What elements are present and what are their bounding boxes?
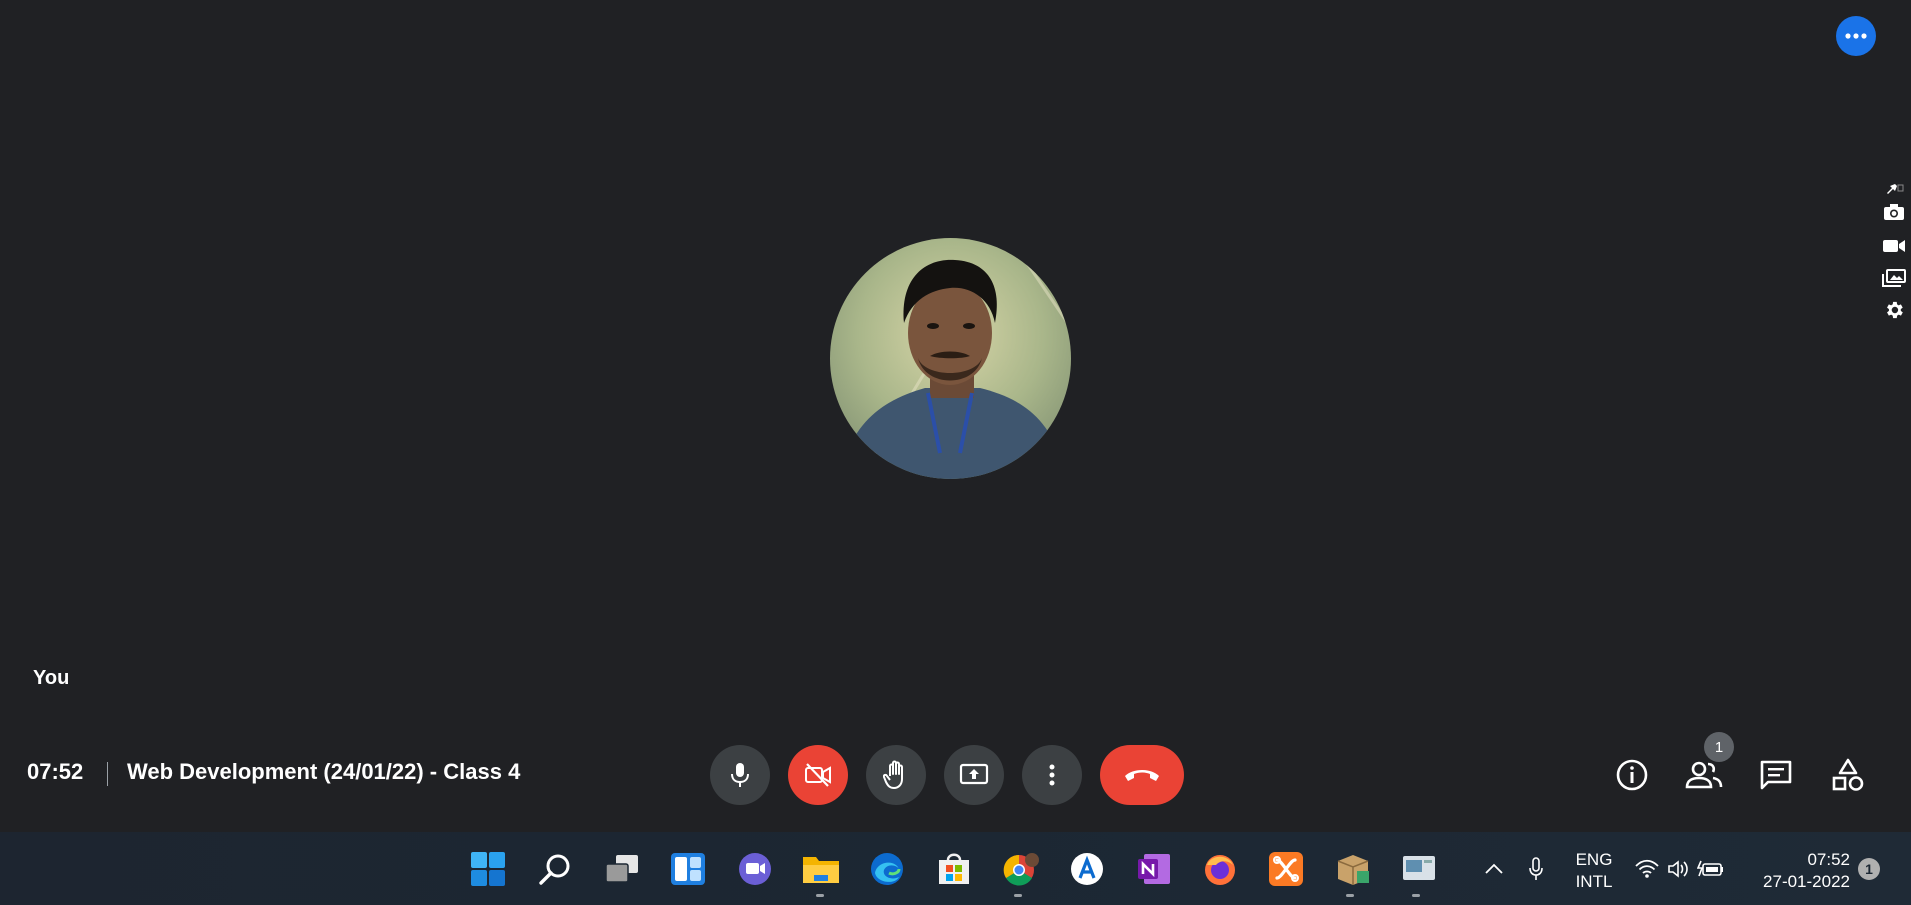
- onenote-icon: [1138, 854, 1170, 884]
- language-line1: ENG: [1575, 850, 1613, 869]
- more-horiz-icon: [1845, 33, 1867, 39]
- raise-hand-button[interactable]: [866, 745, 926, 805]
- package-icon: [1337, 855, 1369, 885]
- running-indicator: [1346, 894, 1354, 897]
- video-icon[interactable]: [1880, 233, 1908, 259]
- mic-button[interactable]: [710, 745, 770, 805]
- raise-hand-icon: [883, 760, 903, 789]
- file-explorer-button[interactable]: [800, 848, 842, 890]
- battery-button[interactable]: [1694, 848, 1728, 890]
- people-count-badge: 1: [1704, 732, 1734, 762]
- store-icon: [939, 853, 969, 884]
- meeting-stage: You 07:52 Web Development (24/01/22) - C…: [0, 0, 1911, 832]
- language-line2: INTL: [1575, 872, 1613, 891]
- camera-icon[interactable]: [1880, 199, 1908, 225]
- wifi-button[interactable]: [1630, 848, 1664, 890]
- end-call-icon: [1125, 770, 1159, 781]
- notification-badge[interactable]: 1: [1858, 858, 1880, 880]
- teams-chat-button[interactable]: [734, 848, 776, 890]
- meeting-time: 07:52: [27, 759, 84, 784]
- running-indicator: [1014, 894, 1022, 897]
- gear-icon[interactable]: [1880, 297, 1908, 323]
- camera-toggle-button[interactable]: [788, 745, 848, 805]
- widgets-button[interactable]: [667, 848, 709, 890]
- firefox-button[interactable]: [1199, 848, 1241, 890]
- show-hidden-icons-button[interactable]: [1472, 848, 1516, 890]
- edge-button[interactable]: [866, 848, 908, 890]
- onenote-button[interactable]: [1133, 848, 1175, 890]
- divider: [107, 762, 108, 786]
- windows-start-icon: [471, 852, 505, 886]
- task-view-icon: [605, 855, 638, 883]
- chat-icon: [1760, 760, 1792, 790]
- edge-icon: [871, 853, 903, 885]
- microphone-tray-button[interactable]: [1516, 848, 1556, 890]
- volume-button[interactable]: [1664, 848, 1694, 890]
- activities-icon: [1832, 758, 1864, 791]
- mic-icon: [731, 763, 749, 787]
- search-icon: [539, 854, 570, 885]
- present-button[interactable]: [944, 745, 1004, 805]
- chrome-icon: [1003, 853, 1039, 886]
- screen-app-icon: [1403, 856, 1435, 880]
- chat-button[interactable]: [1753, 752, 1799, 798]
- app-a-icon: [1071, 853, 1103, 885]
- package-button[interactable]: [1332, 848, 1374, 890]
- running-indicator: [816, 894, 824, 897]
- wifi-icon: [1635, 859, 1659, 878]
- firefox-icon: [1205, 855, 1235, 885]
- app-a-button[interactable]: [1066, 848, 1108, 890]
- screen-app-button[interactable]: [1398, 848, 1440, 890]
- people-icon: [1685, 761, 1723, 789]
- info-button[interactable]: [1609, 752, 1655, 798]
- xampp-icon: [1269, 852, 1303, 886]
- more-options-icon: [1049, 764, 1055, 786]
- chrome-button[interactable]: [1000, 848, 1042, 890]
- activities-button[interactable]: [1825, 752, 1871, 798]
- battery-charging-icon: [1697, 860, 1723, 877]
- clock-date: 27-01-2022: [1763, 872, 1850, 891]
- info-icon: [1616, 759, 1648, 791]
- folder-icon: [803, 857, 839, 883]
- gallery-icon[interactable]: [1880, 265, 1908, 291]
- chevron-up-icon: [1485, 863, 1503, 874]
- system-clock[interactable]: 07:52 27-01-2022: [1752, 849, 1850, 893]
- volume-icon: [1668, 860, 1688, 878]
- running-indicator: [1412, 894, 1420, 897]
- widgets-icon: [671, 853, 705, 885]
- task-view-button[interactable]: [601, 848, 643, 890]
- store-button[interactable]: [933, 848, 975, 890]
- language-indicator[interactable]: ENG INTL: [1574, 849, 1614, 893]
- more-options-button[interactable]: [1022, 745, 1082, 805]
- more-options-button[interactable]: [1836, 16, 1876, 56]
- teams-chat-icon: [739, 853, 771, 885]
- meeting-title: Web Development (24/01/22) - Class 4: [127, 759, 521, 784]
- camera-off-icon: [805, 763, 831, 787]
- xampp-button[interactable]: [1265, 848, 1307, 890]
- participant-avatar: [830, 238, 1071, 479]
- present-screen-icon: [959, 763, 989, 785]
- self-label: You: [33, 667, 70, 689]
- search-button[interactable]: [534, 848, 576, 890]
- microphone-icon: [1529, 857, 1543, 880]
- clock-time: 07:52: [1807, 850, 1850, 869]
- start-button[interactable]: [467, 848, 509, 890]
- leave-call-button[interactable]: [1100, 745, 1184, 805]
